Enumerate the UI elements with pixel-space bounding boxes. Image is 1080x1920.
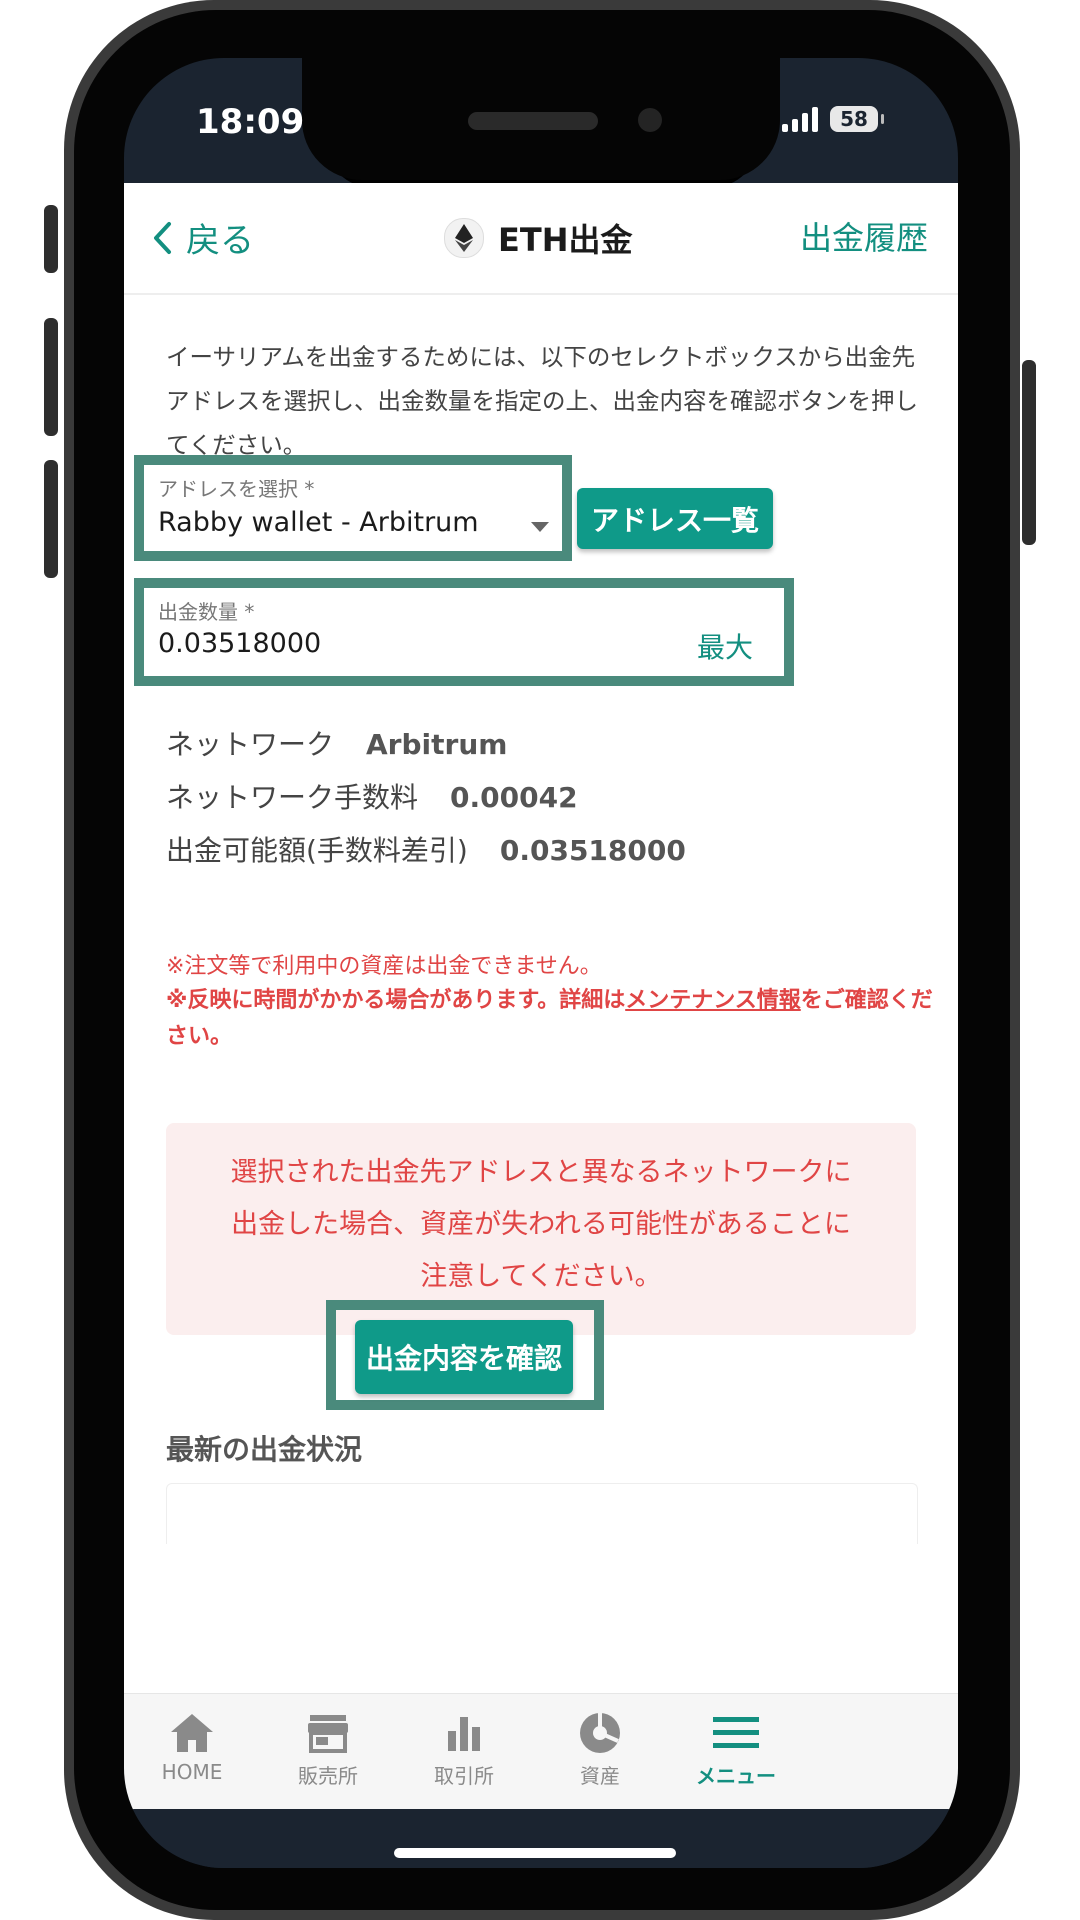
intro-text: イーサリアムを出金するためには、以下のセレクトボックスから出金先アドレスを選択し…: [166, 343, 918, 459]
phone-screen: 18:09 58 戻る ETH出金 出金履歴 イーサリアムを出金するためには、以…: [124, 58, 958, 1868]
eth-icon: [444, 218, 484, 258]
bar-chart-icon: [448, 1717, 480, 1751]
signal-icon: [782, 106, 818, 132]
latest-withdraw-title: 最新の出金状況: [166, 1433, 363, 1466]
back-label: 戻る: [186, 221, 254, 261]
amount-field-value: 0.03518000: [158, 628, 322, 659]
nav-shop[interactable]: 販売所: [268, 1706, 388, 1789]
battery-level: 58: [840, 107, 868, 131]
withdraw-history-link[interactable]: 出金履歴: [800, 213, 928, 259]
pie-chart-icon: [580, 1713, 620, 1753]
info-network-value: Arbitrum: [366, 728, 508, 761]
note-reflection-time: ※反映に時間がかかる場合があります。詳細はメンテナンス情報をご確認ください。: [166, 983, 936, 1055]
info-available-value: 0.03518000: [499, 834, 686, 867]
menu-icon: [713, 1717, 759, 1748]
caret-down-icon: [531, 522, 549, 532]
power-button: [1022, 360, 1036, 545]
warning-line: 選択された出金先アドレスと異なるネットワークに: [230, 1157, 852, 1188]
nav-exchange-label: 取引所: [434, 1764, 494, 1788]
info-fee-label: ネットワーク手数料: [166, 781, 419, 814]
nav-assets[interactable]: 資産: [540, 1706, 660, 1789]
info-available: 出金可能額(手数料差引) 0.03518000: [166, 829, 686, 869]
warning-line: 注意してください。: [420, 1261, 662, 1292]
status-icons: 58: [782, 106, 884, 132]
info-fee: ネットワーク手数料 0.00042: [166, 776, 578, 816]
battery-icon: 58: [830, 106, 884, 132]
speaker: [468, 112, 598, 130]
volume-up-button: [44, 318, 58, 436]
warning-line: 出金した場合、資産が失われる可能性があることに: [231, 1209, 851, 1240]
note-assets-in-use: ※注文等で利用中の資産は出金できません。: [166, 954, 602, 979]
info-available-label: 出金可能額(手数料差引): [166, 834, 468, 867]
volume-down-button: [44, 460, 58, 578]
info-network-label: ネットワーク: [166, 728, 335, 761]
amount-field-label: 出金数量 *: [158, 600, 255, 624]
notch: [302, 58, 780, 180]
confirm-withdraw-button[interactable]: 出金内容を確認: [355, 1320, 573, 1394]
camera: [638, 108, 662, 132]
address-select-value: Rabby wallet - Arbitrum: [158, 507, 479, 538]
address-select-label: アドレスを選択 *: [158, 477, 315, 501]
status-time: 18:09: [196, 102, 305, 142]
latest-withdraw-card: [166, 1483, 918, 1544]
app-content: 戻る ETH出金 出金履歴 イーサリアムを出金するためには、以下のセレクトボック…: [124, 183, 958, 1693]
max-amount-button[interactable]: 最大: [697, 626, 753, 666]
bottom-nav: HOME 販売所 取引所 資産 メニュー: [124, 1693, 958, 1810]
amount-field[interactable]: 出金数量 * 0.03518000: [144, 588, 784, 676]
app-header: 戻る ETH出金 出金履歴: [124, 183, 958, 295]
address-list-button[interactable]: アドレス一覧: [577, 488, 773, 549]
nav-home[interactable]: HOME: [132, 1706, 252, 1784]
maintenance-info-link[interactable]: メンテナンス情報: [625, 988, 801, 1013]
home-bar-area: [124, 1809, 958, 1868]
home-icon: [171, 1714, 213, 1752]
info-fee-value: 0.00042: [450, 781, 578, 814]
back-button[interactable]: 戻る: [152, 213, 254, 262]
mute-switch: [44, 205, 58, 273]
info-network: ネットワーク Arbitrum: [166, 723, 507, 763]
home-indicator[interactable]: [394, 1848, 676, 1858]
nav-menu[interactable]: メニュー: [676, 1706, 796, 1789]
nav-menu-label: メニュー: [696, 1764, 776, 1788]
nav-shop-label: 販売所: [298, 1764, 358, 1788]
nav-assets-label: 資産: [580, 1764, 620, 1788]
chevron-left-icon: [154, 221, 171, 254]
address-select[interactable]: アドレスを選択 * Rabby wallet - Arbitrum: [144, 465, 562, 551]
nav-home-label: HOME: [161, 1760, 223, 1784]
note-prefix: ※反映に時間がかかる場合があります。詳細は: [166, 988, 626, 1013]
shop-icon: [308, 1715, 348, 1753]
nav-exchange[interactable]: 取引所: [404, 1706, 524, 1789]
page-title: ETH出金: [444, 215, 632, 261]
page-title-text: ETH出金: [498, 221, 633, 259]
